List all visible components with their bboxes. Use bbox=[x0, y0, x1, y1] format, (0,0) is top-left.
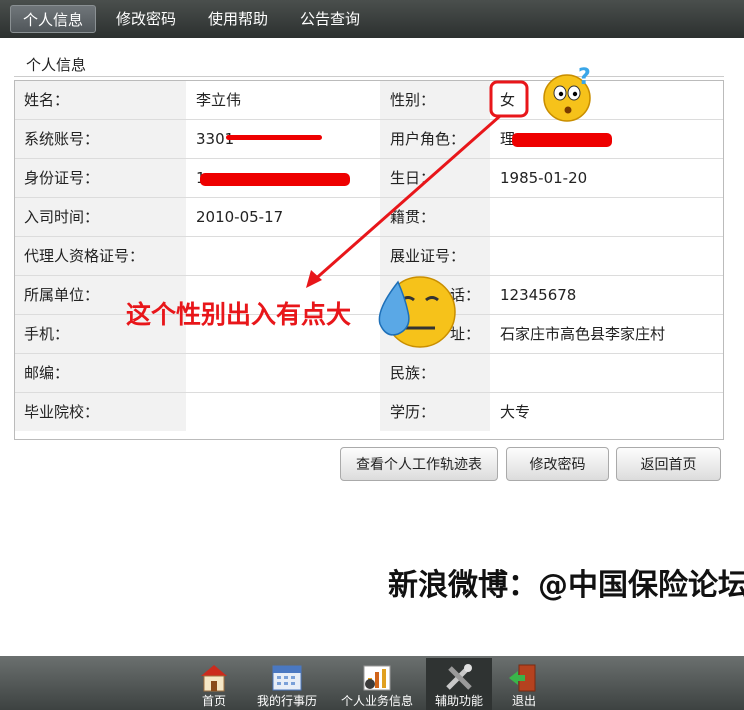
annotation-overlay: ? bbox=[306, 65, 591, 348]
home-icon bbox=[201, 665, 227, 692]
bottom-nav-label: 辅助功能 bbox=[434, 694, 483, 708]
highlight-box bbox=[489, 80, 529, 118]
bottom-nav-business-info[interactable]: 个人业务信息 bbox=[332, 658, 422, 710]
confused-face-icon: ? bbox=[543, 65, 591, 122]
tools-icon bbox=[446, 664, 472, 690]
arrow-line bbox=[311, 114, 501, 284]
arrow-head bbox=[306, 270, 322, 288]
calendar-icon bbox=[272, 665, 302, 691]
bottom-nav-calendar[interactable]: 我的行事历 bbox=[248, 658, 326, 710]
bottom-nav-tools[interactable]: 辅助功能 bbox=[426, 658, 492, 710]
exit-door-icon bbox=[509, 664, 536, 692]
svg-text:?: ? bbox=[578, 65, 591, 90]
chart-icon bbox=[363, 665, 391, 691]
bottom-nav-label: 我的行事历 bbox=[256, 694, 317, 708]
bottom-nav-home[interactable]: 首页 bbox=[188, 658, 240, 710]
bottom-nav-label: 首页 bbox=[201, 694, 226, 708]
bottom-nav-label: 个人业务信息 bbox=[340, 694, 413, 708]
bottom-nav-label: 退出 bbox=[511, 694, 536, 708]
bottom-nav-exit[interactable]: 退出 bbox=[500, 658, 548, 710]
sweat-face-icon bbox=[378, 276, 456, 348]
watermark-text: 新浪微博：@中国保险论坛 bbox=[388, 568, 744, 603]
annotation-text: 这个性别出入有点大 bbox=[126, 300, 352, 329]
